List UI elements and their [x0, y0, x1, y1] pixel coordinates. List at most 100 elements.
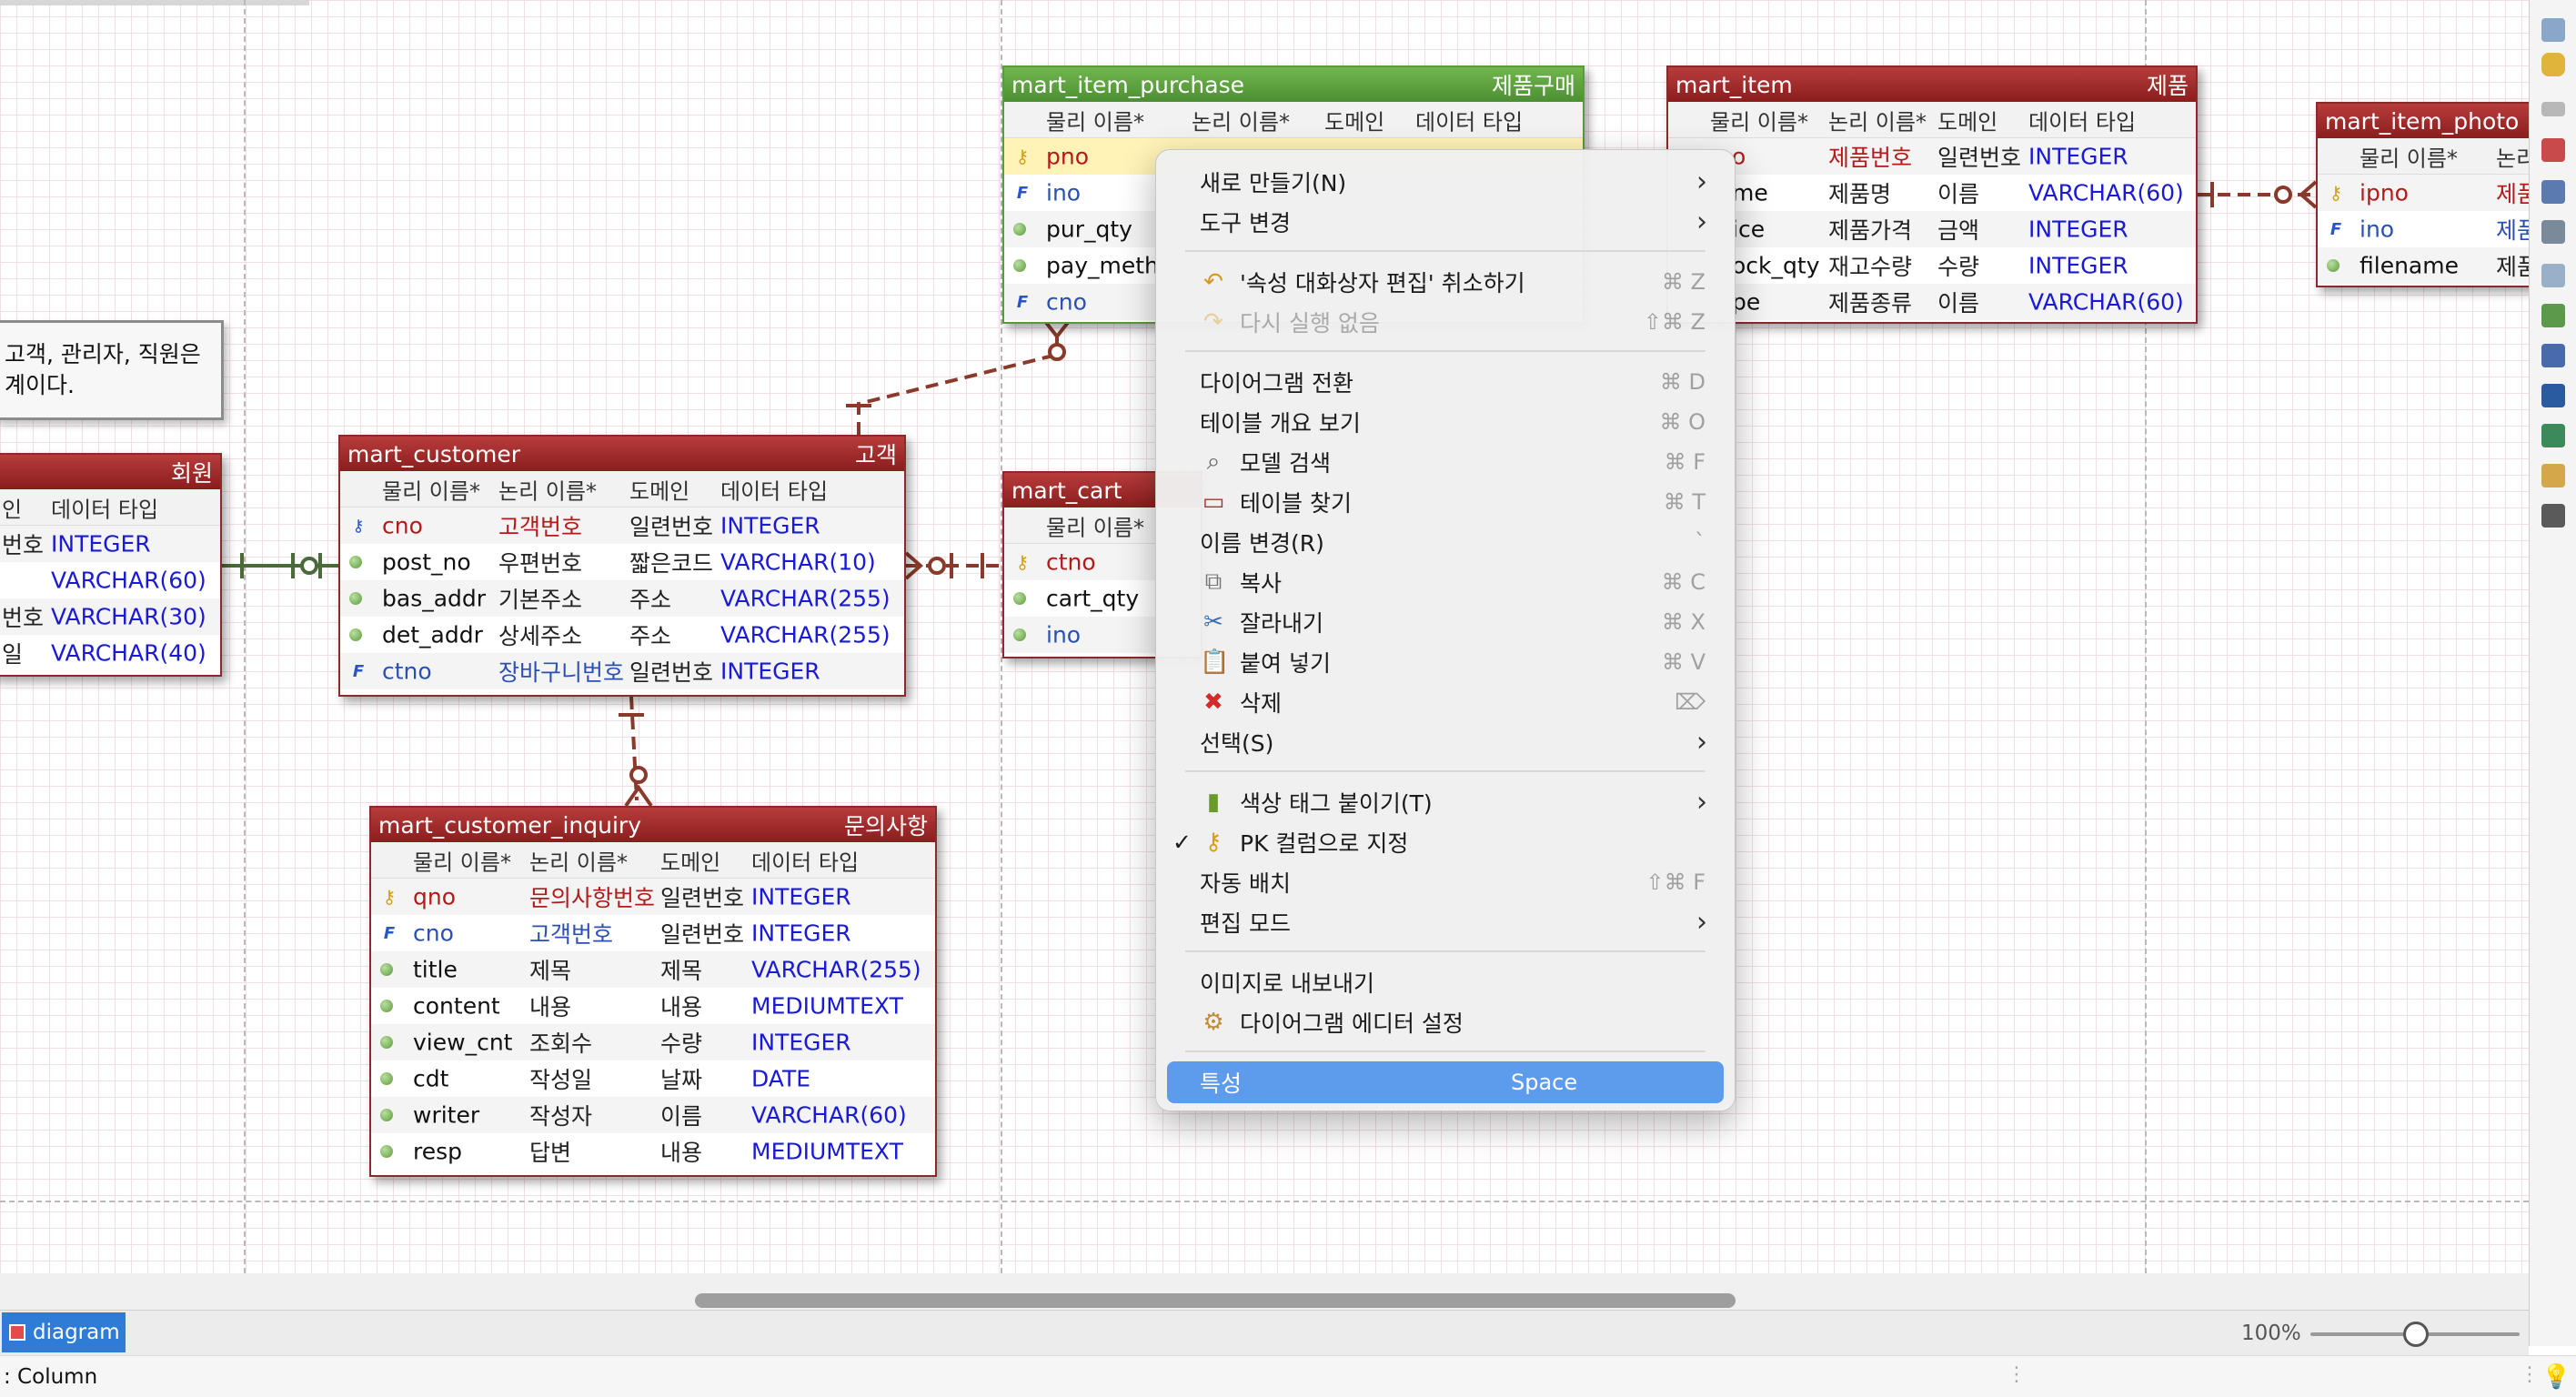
entity-row[interactable]: bas_addr 기본주소 주소 VARCHAR(255) — [340, 580, 904, 617]
entity-member[interactable]: 회원 인 데이터 타입 번호 INTEGER VARCHAR(60) 번호 VARC… — [0, 453, 222, 677]
entity-row[interactable]: Fctno 장바구니번호 일련번호 INTEGER — [340, 653, 904, 689]
entity-mart-item-photo[interactable]: mart_item_photo 물리 이름* 논리 ⚷ ipno 제품 Fino 제품… — [2316, 102, 2529, 287]
entity-row[interactable]: 번호 VARCHAR(30) — [0, 598, 220, 635]
export-icon[interactable] — [2541, 504, 2565, 528]
row-logical: 우편번호 — [498, 550, 583, 577]
lightbulb-icon[interactable]: 💡 — [2541, 1363, 2571, 1391]
entity-row[interactable]: filename 제품 — [2318, 247, 2529, 284]
menu-item-select[interactable]: 선택(S) › — [1156, 723, 1735, 761]
entity-row[interactable]: me 제품명 이름 VARCHAR(60) — [1668, 175, 2196, 211]
column-header: 물리 이름* 논리 이름* 도메인 데이터 타입 — [371, 842, 935, 879]
monitor-icon[interactable] — [2541, 384, 2565, 407]
git-icon[interactable] — [2541, 464, 2565, 487]
relation-tool-icon[interactable] — [2541, 220, 2565, 244]
layer-icon[interactable] — [2541, 102, 2565, 116]
entity-row[interactable]: 일 VARCHAR(40) — [0, 635, 220, 671]
menu-item-editor-settings[interactable]: ⚙ 다이어그램 에디터 설정 — [1156, 1003, 1735, 1041]
tab-diagram[interactable]: diagram — [2, 1312, 126, 1352]
menu-shortcut: ⇧⌘ Z — [1643, 309, 1706, 335]
entity-row[interactable]: 번호 INTEGER — [0, 526, 220, 562]
row-logical: 재고수량 — [1828, 254, 1913, 280]
entity-row[interactable]: o 제품번호 일련번호 INTEGER — [1668, 138, 2196, 175]
menu-item-paste[interactable]: 📋 붙여 넣기 ⌘ V — [1156, 643, 1735, 681]
entity-row[interactable]: VARCHAR(60) — [0, 562, 220, 598]
import-icon[interactable] — [2541, 424, 2565, 447]
menu-separator — [1185, 770, 1706, 772]
entity-row[interactable]: title 제목 제목 VARCHAR(255) — [371, 951, 935, 988]
app-window: 고객, 관리자, 직원은 계이다. 회원 인 데이터 타입 번호 INTEGER … — [0, 0, 2576, 1397]
menu-item-color-tag[interactable]: ▮ 색상 태그 붙이기(T) › — [1156, 783, 1735, 821]
row-type: VARCHAR(60) — [51, 567, 206, 594]
menu-item-delete[interactable]: ✖ 삭제 ⌦ — [1156, 683, 1735, 721]
entity-row[interactable]: resp 답변 내용 MEDIUMTEXT — [371, 1133, 935, 1170]
context-menu[interactable]: 새로 만들기(N) › 도구 변경 › ↶ '속성 대화상자 편집' 취소하기 ⌘ Z … — [1155, 149, 1736, 1111]
row-type: DATE — [751, 1065, 811, 1092]
menu-item-change-tool[interactable]: 도구 변경 › — [1156, 203, 1735, 241]
foreign-key-icon: F — [1016, 183, 1029, 203]
menu-item-export-image[interactable]: 이미지로 내보내기 — [1156, 963, 1735, 1001]
menu-shortcut: ⇧⌘ F — [1645, 869, 1706, 895]
entity-row[interactable]: ock_qty 재고수량 수량 INTEGER — [1668, 247, 2196, 284]
entity-header[interactable]: mart_customer_inquiry 문의사항 — [371, 808, 935, 842]
menu-item-properties[interactable]: 특성 Space — [1167, 1061, 1724, 1103]
diagram-note[interactable]: 고객, 관리자, 직원은 계이다. — [0, 320, 224, 420]
menu-item-set-pk[interactable]: ✓ ⚷ PK 컬럼으로 지정 — [1156, 823, 1735, 861]
rel-member-customer — [222, 553, 338, 578]
entity-row[interactable]: ⚷ qno 문의사항번호 일련번호 INTEGER — [371, 879, 935, 915]
menu-item-find-table[interactable]: ▭ 테이블 찾기 ⌘ T — [1156, 483, 1735, 521]
database-icon[interactable] — [2541, 53, 2565, 76]
entity-header[interactable]: 회원 — [0, 455, 220, 489]
menu-item-cut[interactable]: ✂ 잘라내기 ⌘ X — [1156, 603, 1735, 641]
row-logical: 제품 — [2496, 254, 2529, 280]
table-tool-icon[interactable] — [2541, 138, 2565, 162]
edit-icon[interactable] — [2541, 344, 2565, 367]
entity-row[interactable]: ⚷ ipno 제품 — [2318, 175, 2529, 211]
menu-item-undo[interactable]: ↶ '속성 대화상자 편집' 취소하기 ⌘ Z — [1156, 263, 1735, 301]
menu-item-switch-diagram[interactable]: 다이어그램 전환 ⌘ D — [1156, 363, 1735, 401]
rel-item-photo — [2198, 180, 2318, 209]
entity-mart-item[interactable]: mart_item 제품 물리 이름* 논리 이름* 도메인 데이터 타입 o 제품… — [1666, 65, 2198, 324]
view-tool-icon[interactable] — [2541, 180, 2565, 204]
entity-header[interactable]: mart_item 제품 — [1668, 67, 2196, 102]
menu-shortcut: ⌦ — [1675, 689, 1706, 715]
entity-row[interactable]: Fcno 고객번호 일련번호 INTEGER — [371, 915, 935, 951]
zoom-slider[interactable] — [2310, 1322, 2520, 1347]
zoom-slider-knob[interactable] — [2403, 1322, 2429, 1347]
row-domain: 주소 — [629, 623, 672, 649]
menu-item-auto-layout[interactable]: 자동 배치 ⇧⌘ F — [1156, 863, 1735, 901]
scrollbar-thumb[interactable] — [695, 1293, 1736, 1308]
entity-row[interactable]: content 내용 내용 MEDIUMTEXT — [371, 988, 935, 1024]
menu-item-new[interactable]: 새로 만들기(N) › — [1156, 163, 1735, 201]
menu-label: 도구 변경 — [1200, 210, 1291, 236]
entity-tool-icon[interactable] — [2541, 18, 2565, 42]
row-domain: 이름 — [1937, 290, 1980, 317]
book-icon[interactable] — [2541, 304, 2565, 327]
entity-row[interactable]: ice 제품가격 금액 INTEGER — [1668, 211, 2196, 247]
row-type: INTEGER — [51, 530, 151, 558]
entity-row[interactable]: pe 제품종류 이름 VARCHAR(60) — [1668, 284, 2196, 320]
entity-header[interactable]: mart_item_purchase 제품구매 — [1004, 67, 1583, 102]
entity-mart-customer-inquiry[interactable]: mart_customer_inquiry 문의사항 물리 이름* 논리 이름* … — [369, 806, 937, 1177]
entity-row[interactable]: cdt 작성일 날짜 DATE — [371, 1060, 935, 1097]
menu-separator — [1185, 950, 1706, 952]
menu-label: 붙여 넣기 — [1240, 650, 1331, 677]
menu-item-rename[interactable]: 이름 변경(R) ` — [1156, 523, 1735, 561]
entity-row[interactable]: post_no 우편번호 짧은코드 VARCHAR(10) — [340, 544, 904, 580]
entity-row[interactable]: Fino 제품 — [2318, 211, 2529, 247]
menu-item-model-search[interactable]: ⌕ 모델 검색 ⌘ F — [1156, 443, 1735, 481]
menu-item-copy[interactable]: ⧉ 복사 ⌘ C — [1156, 563, 1735, 601]
entity-header[interactable]: mart_customer 고객 — [340, 437, 904, 471]
entity-row[interactable]: view_cnt 조회수 수량 INTEGER — [371, 1024, 935, 1060]
entity-row[interactable]: writer 작성자 이름 VARCHAR(60) — [371, 1097, 935, 1133]
row-type: INTEGER — [2028, 216, 2128, 243]
note-tool-icon[interactable] — [2541, 264, 2565, 287]
menu-item-table-overview[interactable]: 테이블 개요 보기 ⌘ O — [1156, 403, 1735, 441]
diagram-tab-bar: diagram 100% — [0, 1310, 2529, 1355]
entity-row[interactable]: det_addr 상세주소 주소 VARCHAR(255) — [340, 617, 904, 653]
row-physical: me — [1732, 179, 1768, 206]
entity-logical-name: 문의사항 — [843, 813, 928, 839]
entity-header[interactable]: mart_item_photo — [2318, 104, 2529, 138]
entity-mart-customer[interactable]: mart_customer 고객 물리 이름* 논리 이름* 도메인 데이터 타입… — [338, 435, 906, 697]
entity-row[interactable]: ⚷ cno 고객번호 일련번호 INTEGER — [340, 508, 904, 544]
menu-item-edit-mode[interactable]: 편집 모드 › — [1156, 903, 1735, 941]
